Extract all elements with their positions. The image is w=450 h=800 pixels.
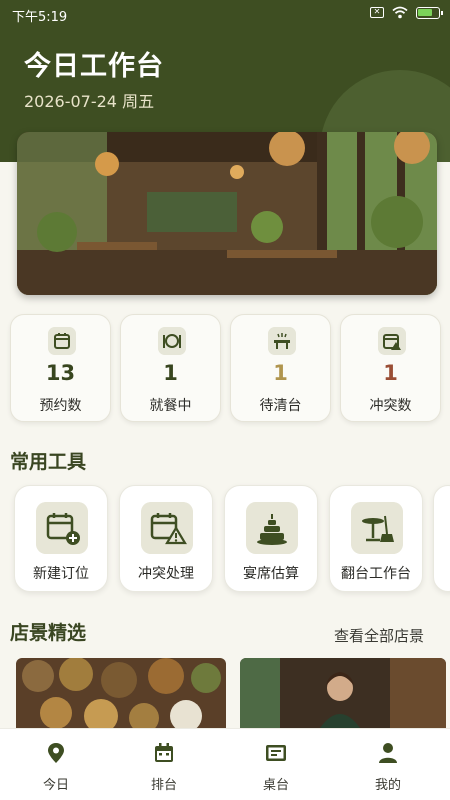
calendar-icon	[48, 327, 76, 355]
user-icon	[379, 743, 397, 763]
wifi-icon	[392, 6, 408, 19]
featured-section-title: 店景精选	[10, 622, 87, 644]
dining-plate-icon	[158, 327, 186, 355]
view-all-link[interactable]: 查看全部店景	[334, 625, 424, 646]
stats-row: 13 预约数 1 就餐中 1 待清台 1 冲突数	[10, 314, 442, 424]
battery-icon	[416, 6, 443, 19]
table-card-icon	[266, 745, 286, 761]
stat-value: 13	[45, 361, 76, 385]
tool-label: 新建订位	[33, 566, 89, 582]
page-title: 今日工作台	[24, 51, 164, 82]
stat-card-reservations[interactable]: 13 预约数	[10, 314, 111, 422]
stat-card-conflicts[interactable]: 1 冲突数	[340, 314, 441, 422]
table-broom-icon	[351, 502, 403, 554]
stat-label: 预约数	[39, 398, 82, 414]
tab-profile[interactable]: 我的	[332, 729, 444, 800]
banquet-cake-icon	[246, 502, 298, 554]
tool-label: 宴席估算	[243, 566, 299, 582]
stat-card-dining[interactable]: 1 就餐中	[120, 314, 221, 422]
tab-label: 桌台	[262, 778, 289, 793]
tool-new-reservation[interactable]: 新建订位	[14, 485, 108, 592]
tool-conflict-handling[interactable]: 冲突处理	[119, 485, 213, 592]
stat-label: 待清台	[259, 398, 302, 414]
stat-value: 1	[383, 361, 398, 385]
tab-label: 排台	[150, 778, 177, 793]
table-cleaning-icon	[268, 327, 296, 355]
stat-value: 1	[163, 361, 178, 385]
tools-section-title: 常用工具	[10, 451, 87, 473]
tool-label: 翻台工作台	[341, 566, 411, 582]
stat-value: 1	[273, 361, 288, 385]
stat-label: 冲突数	[369, 398, 412, 414]
calendar-icon	[155, 743, 173, 762]
tab-tables[interactable]: 桌台	[220, 729, 332, 800]
status-icons: ✕	[370, 6, 443, 19]
location-pin-icon	[48, 743, 64, 763]
stat-label: 就餐中	[149, 398, 192, 414]
status-bar: 下午5:19 ✕	[0, 0, 450, 28]
tab-label: 我的	[374, 778, 401, 793]
tab-scheduling[interactable]: 排台	[108, 729, 220, 800]
tab-label: 今日	[42, 778, 69, 793]
close-box-icon: ✕	[370, 7, 384, 18]
tab-today[interactable]: 今日	[0, 729, 112, 800]
calendar-add-icon	[36, 502, 88, 554]
bottom-tab-bar: 今日 排台 桌台 我的	[0, 728, 450, 800]
stat-card-to-clear[interactable]: 1 待清台	[230, 314, 331, 422]
date-line: 2026-07-24 周五	[24, 92, 155, 111]
tool-banquet-estimate[interactable]: 宴席估算	[224, 485, 318, 592]
tool-label: 冲突处理	[138, 566, 194, 582]
tool-card-partial[interactable]	[433, 485, 450, 592]
featured-image-food[interactable]	[16, 658, 226, 728]
calendar-warning-icon	[141, 502, 193, 554]
calendar-conflict-icon	[378, 327, 406, 355]
restaurant-hero-image	[17, 132, 437, 295]
status-time: 下午5:19	[12, 10, 68, 25]
featured-image-staff[interactable]	[240, 658, 446, 728]
tool-turnover-workbench[interactable]: 翻台工作台	[329, 485, 423, 592]
